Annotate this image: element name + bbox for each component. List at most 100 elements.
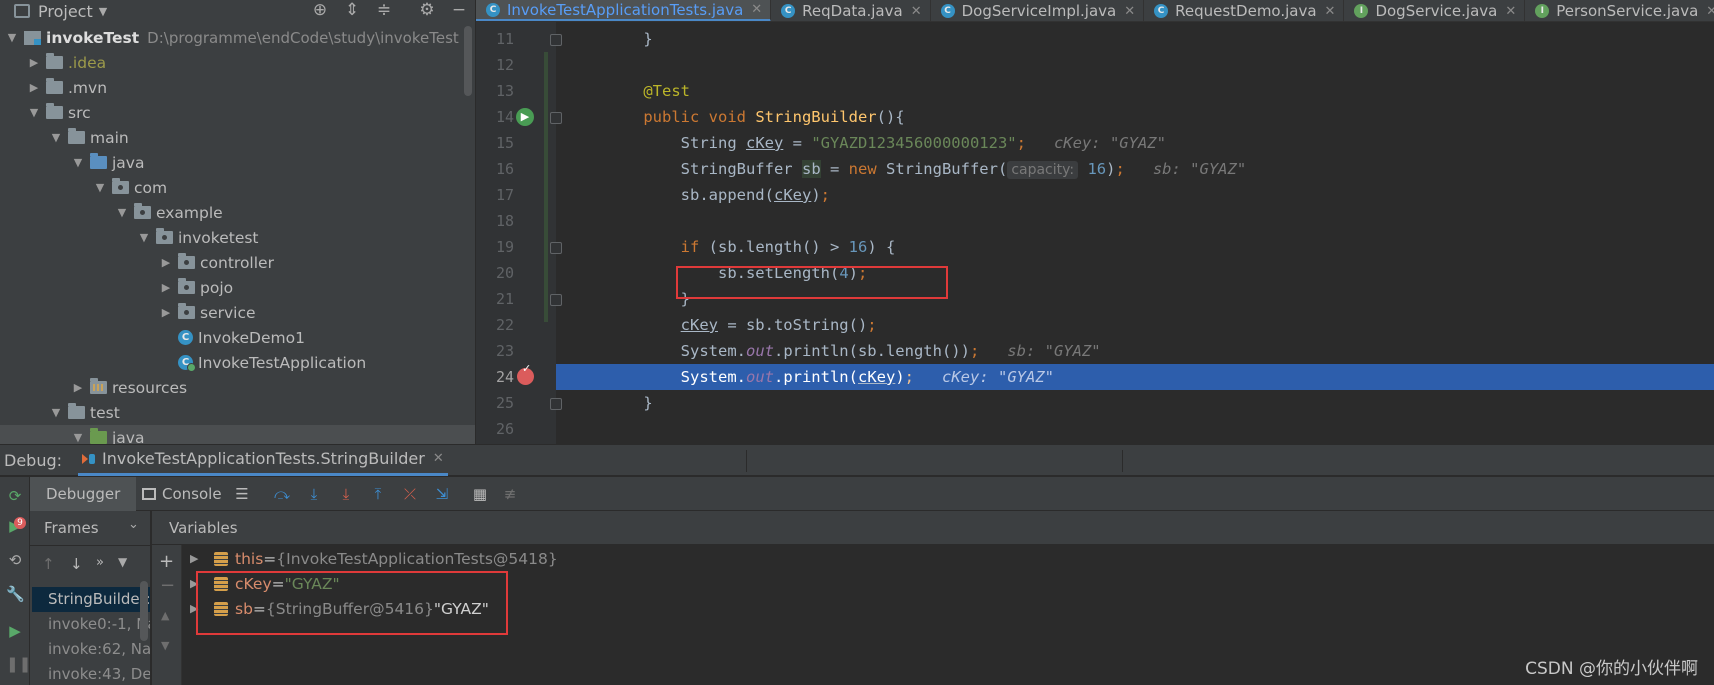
fold-marker-icon[interactable] xyxy=(550,242,562,254)
filter-dropdown-icon[interactable]: ▼ xyxy=(118,555,127,569)
close-icon[interactable]: ✕ xyxy=(1325,4,1336,19)
chevron-down-icon[interactable]: ⌄ xyxy=(128,517,139,532)
tree-item-java[interactable]: ▼ java xyxy=(0,150,475,175)
step-into-icon[interactable]: ⤓ xyxy=(304,485,324,503)
tree-item-com[interactable]: ▼ com xyxy=(0,175,475,200)
tab-invoketestapplicationtests[interactable]: C InvokeTestApplicationTests.java ✕ xyxy=(476,0,772,21)
step-over-icon[interactable]: ⤼ xyxy=(272,485,292,503)
frames-scrollbar[interactable] xyxy=(140,581,148,641)
close-icon[interactable]: ✕ xyxy=(911,4,922,19)
tree-item-src[interactable]: ▼ src xyxy=(0,100,475,125)
variable-row-this[interactable]: ▶ this = {InvokeTestApplicationTests@541… xyxy=(190,547,558,571)
move-up-icon[interactable]: ▲ xyxy=(161,609,169,622)
minimize-icon[interactable]: − xyxy=(448,0,470,20)
more-icon[interactable]: » xyxy=(96,555,104,570)
debug-session-tab[interactable]: InvokeTestApplicationTests.StringBuilder… xyxy=(78,444,448,476)
menu-icon[interactable]: ☰ xyxy=(232,485,252,503)
chevron-down-icon[interactable]: ▼ xyxy=(99,5,107,18)
arrow-down-icon[interactable]: ↓ xyxy=(70,555,83,573)
rerun-icon[interactable]: ⟳ xyxy=(6,487,24,505)
tree-item-invoketest-pkg[interactable]: ▼ invoketest xyxy=(0,225,475,250)
close-icon[interactable]: ✕ xyxy=(1124,4,1135,19)
evaluate-expression-icon[interactable]: ▦ xyxy=(470,485,490,503)
close-icon[interactable]: ✕ xyxy=(433,451,444,466)
tree-scrollbar[interactable] xyxy=(464,26,472,96)
restore-layout-icon[interactable]: ⟲ xyxy=(6,551,24,569)
frame-item[interactable]: StringBuilder: xyxy=(32,587,150,612)
code-token: ; xyxy=(1016,134,1026,152)
tab-reqdata[interactable]: C ReqData.java ✕ xyxy=(771,0,931,21)
chevron-down-icon[interactable]: ▼ xyxy=(136,231,152,244)
tab-dogserviceimpl[interactable]: C DogServiceImpl.java ✕ xyxy=(931,0,1145,21)
code-editor[interactable]: 11 12 13 14 15 16 17 18 19 20 21 22 23 2… xyxy=(476,22,1714,444)
chevron-down-icon[interactable]: ▼ xyxy=(4,31,20,44)
chevron-down-icon[interactable]: ▼ xyxy=(48,131,64,144)
fold-marker-icon[interactable] xyxy=(550,398,562,410)
collapse-all-icon[interactable]: ≑ xyxy=(373,0,395,20)
close-icon[interactable]: ✕ xyxy=(751,2,762,17)
chevron-right-icon[interactable]: ▶ xyxy=(70,381,86,394)
add-watch-icon[interactable]: + xyxy=(159,551,174,572)
close-icon[interactable]: ✕ xyxy=(1505,4,1516,19)
chevron-right-icon[interactable]: ▶ xyxy=(190,547,204,571)
step-out-icon[interactable]: ⤒ xyxy=(368,485,388,503)
code-line-23: System.out.println(sb.length()); sb: "GY… xyxy=(556,338,1714,364)
line-number: 22 xyxy=(495,316,514,334)
chevron-down-icon[interactable]: ▼ xyxy=(92,181,108,194)
tree-item-test-java[interactable]: ▼ java xyxy=(0,425,475,444)
tree-item-resources[interactable]: ▶ resources xyxy=(0,375,475,400)
tree-item-pojo[interactable]: ▶ pojo xyxy=(0,275,475,300)
project-view-icon[interactable] xyxy=(14,4,30,18)
chevron-right-icon[interactable]: ▶ xyxy=(26,81,42,94)
move-down-icon[interactable]: ▼ xyxy=(161,639,169,652)
tree-item-main[interactable]: ▼ main xyxy=(0,125,475,150)
trace-stream-icon[interactable]: ≢ xyxy=(500,485,520,503)
tree-item-controller[interactable]: ▶ controller xyxy=(0,250,475,275)
chevron-right-icon[interactable]: ▶ xyxy=(158,281,174,294)
line-number: 13 xyxy=(495,82,514,100)
arrow-up-icon[interactable]: ↑ xyxy=(42,555,55,573)
gear-icon[interactable]: ⚙ xyxy=(416,0,438,20)
breakpoint-icon[interactable] xyxy=(517,362,534,385)
expand-all-icon[interactable]: ⇕ xyxy=(341,0,363,20)
chevron-down-icon[interactable]: ▼ xyxy=(70,156,86,169)
drop-frame-icon[interactable]: ⤫ xyxy=(400,485,420,503)
tree-item-service[interactable]: ▶ service xyxy=(0,300,475,325)
close-icon[interactable]: ✕ xyxy=(1706,4,1714,19)
chevron-down-icon[interactable]: ▼ xyxy=(114,206,130,219)
wrench-icon[interactable]: 🔧 xyxy=(6,585,25,603)
tab-console[interactable]: Console xyxy=(142,477,222,511)
frame-item[interactable]: invoke0:-1, Na xyxy=(32,612,150,637)
remove-watch-icon[interactable]: − xyxy=(160,575,175,596)
force-step-into-icon[interactable]: ⤓ xyxy=(336,485,356,503)
tab-dogservice[interactable]: I DogService.java ✕ xyxy=(1344,0,1526,21)
tree-item-test[interactable]: ▼ test xyxy=(0,400,475,425)
chevron-down-icon[interactable]: ▼ xyxy=(48,406,64,419)
resume-program-icon[interactable]: ▶ xyxy=(6,622,24,640)
chevron-right-icon[interactable]: ▶ xyxy=(158,306,174,319)
chevron-down-icon[interactable]: ▼ xyxy=(26,106,42,119)
fold-marker-icon[interactable] xyxy=(550,112,562,124)
chevron-right-icon[interactable]: ▶ xyxy=(158,256,174,269)
frame-item[interactable]: invoke:43, De xyxy=(32,662,150,685)
tree-item-invoketest[interactable]: ▼ invokeTest D:\programme\endCode\study\… xyxy=(0,25,475,50)
fold-marker-icon[interactable] xyxy=(550,34,562,46)
tree-item-mvn[interactable]: ▶ .mvn xyxy=(0,75,475,100)
tree-item-idea[interactable]: ▶ .idea xyxy=(0,50,475,75)
code-token: (sb.length() > xyxy=(708,238,849,256)
chevron-right-icon[interactable]: ▶ xyxy=(26,56,42,69)
run-to-cursor-icon[interactable]: ⇲ xyxy=(432,485,452,503)
run-test-icon[interactable]: ▶ xyxy=(516,108,534,126)
tree-item-example[interactable]: ▼ example xyxy=(0,200,475,225)
tab-personservice[interactable]: I PersonService.java ✕ xyxy=(1525,0,1714,21)
chevron-down-icon[interactable]: ▼ xyxy=(70,431,86,444)
tree-item-invokedemo1[interactable]: C InvokeDemo1 xyxy=(0,325,475,350)
tab-debugger[interactable]: Debugger xyxy=(30,477,137,511)
frame-item[interactable]: invoke:62, Na xyxy=(32,637,150,662)
tree-item-invoketestapplication[interactable]: C InvokeTestApplication xyxy=(0,350,475,375)
fold-marker-icon[interactable] xyxy=(550,294,562,306)
project-title[interactable]: Project xyxy=(38,2,93,21)
pause-icon[interactable]: ❚❚ xyxy=(6,655,31,673)
locate-icon[interactable]: ⊕ xyxy=(309,0,331,20)
tab-requestdemo[interactable]: C RequestDemo.java ✕ xyxy=(1144,0,1345,21)
